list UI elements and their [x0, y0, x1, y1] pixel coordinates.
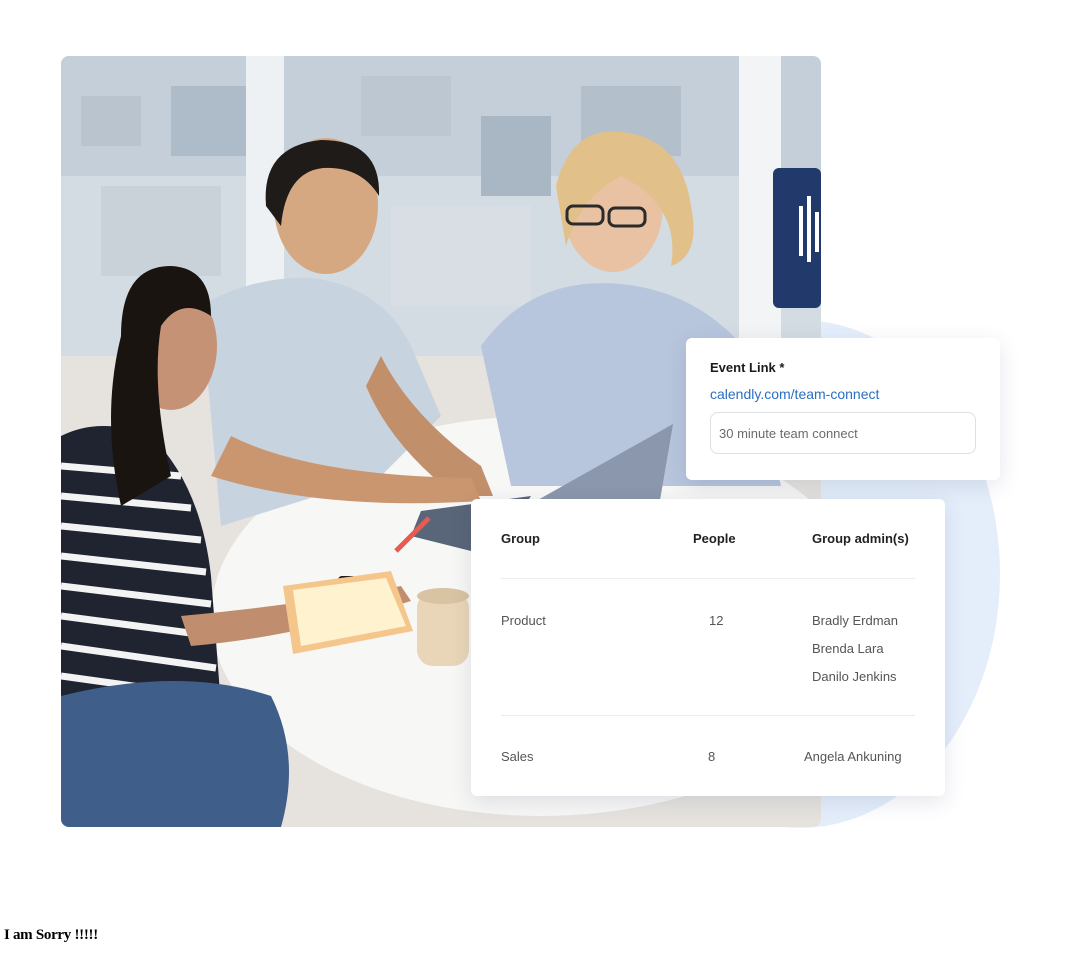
admin-name-cell: Danilo Jenkins: [812, 669, 897, 684]
table-divider: [501, 715, 915, 716]
event-link-card: Event Link * calendly.com/team-connect: [686, 338, 1000, 480]
group-name-cell: Sales: [501, 749, 534, 764]
event-link-label: Event Link *: [710, 360, 785, 375]
column-header-admins: Group admin(s): [812, 531, 909, 546]
group-table-card: Group People Group admin(s) Product 12 B…: [471, 499, 945, 796]
people-count-cell: 12: [709, 613, 724, 628]
event-name-input[interactable]: [710, 412, 976, 454]
admin-name-cell: Angela Ankuning: [804, 749, 902, 764]
footer-message: I am Sorry !!!!!: [4, 927, 98, 943]
group-name-cell: Product: [501, 613, 546, 628]
column-header-group: Group: [501, 531, 540, 546]
admin-name-cell: Brenda Lara: [812, 641, 884, 656]
table-divider: [501, 578, 915, 579]
column-header-people: People: [693, 531, 736, 546]
admin-name-cell: Bradly Erdman: [812, 613, 898, 628]
event-link-url[interactable]: calendly.com/team-connect: [710, 386, 976, 402]
people-count-cell: 8: [708, 749, 716, 764]
